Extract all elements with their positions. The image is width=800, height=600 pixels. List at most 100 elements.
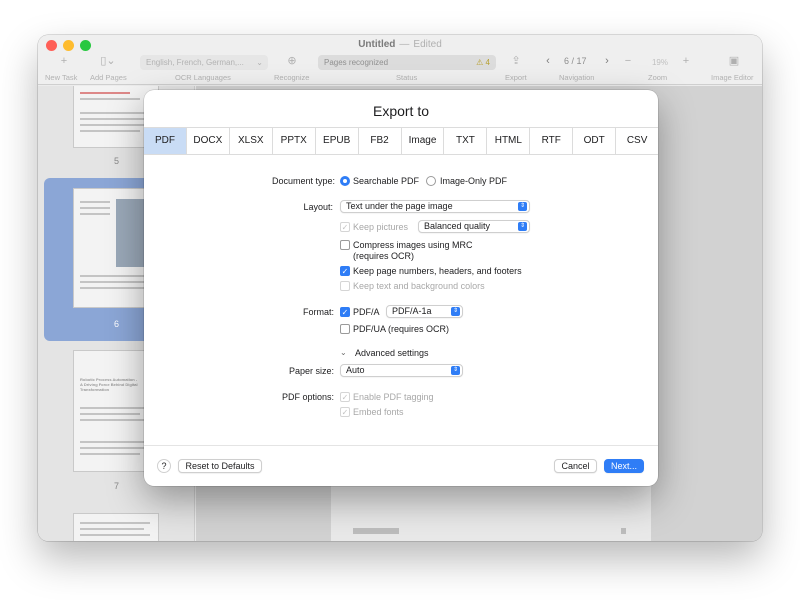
paper-size-select[interactable]: Auto ⇕ [340, 364, 463, 377]
pdfua-label[interactable]: PDF/UA (requires OCR) [353, 324, 449, 334]
advanced-settings-toggle[interactable]: Advanced settings [355, 348, 429, 358]
tab-fb2[interactable]: FB2 [359, 128, 402, 154]
navigation-label: Navigation [559, 73, 595, 82]
warning-count[interactable]: ⚠ 4 [476, 55, 490, 70]
page-thumbnail-8[interactable] [73, 513, 159, 541]
keep-colors-label: Keep text and background colors [353, 281, 485, 291]
select-arrows-icon: ⇕ [451, 366, 460, 375]
tab-csv[interactable]: CSV [616, 128, 658, 154]
compress-mrc-label[interactable]: Compress images using MRC [353, 240, 473, 250]
edited-indicator: Edited [413, 39, 442, 50]
thumb-line [80, 213, 110, 215]
thumb-line [80, 419, 146, 421]
searchable-pdf-label[interactable]: Searchable PDF [353, 176, 419, 186]
warning-count-value: 4 [485, 58, 490, 67]
thumb-line [80, 112, 150, 114]
page-counter[interactable]: 6 / 17 [564, 56, 587, 66]
page-footer-mark [353, 528, 399, 534]
keep-page-numbers-checkbox[interactable]: ✓ [340, 266, 350, 276]
thumbnail-heading: Robotic Process Automation - A Driving F… [80, 377, 138, 392]
cancel-button[interactable]: Cancel [554, 459, 597, 473]
tab-image[interactable]: Image [402, 128, 445, 154]
keep-colors-checkbox[interactable] [340, 281, 350, 291]
image-only-pdf-label[interactable]: Image-Only PDF [440, 176, 507, 186]
tab-odt[interactable]: ODT [573, 128, 617, 154]
layout-label: Layout: [303, 202, 333, 212]
thumb-line [80, 98, 140, 100]
keep-pictures-checkbox[interactable]: ✓ [340, 222, 350, 232]
pdf-options-label: PDF options: [281, 392, 334, 402]
page-footer-mark [621, 528, 626, 534]
pdfa-version-select[interactable]: PDF/A-1a ⇕ [386, 305, 463, 318]
thumb-line [80, 124, 152, 126]
plus-icon: + [60, 55, 68, 67]
status-label: Status [396, 73, 418, 82]
add-pages-button[interactable]: ▯⌄ [96, 53, 120, 69]
tab-pptx[interactable]: PPTX [273, 128, 316, 154]
zoom-out-button[interactable]: − [622, 53, 634, 69]
ocr-languages-value: English, French, German,... [146, 58, 244, 67]
export-dialog: Export to PDF DOCX XLSX PPTX EPUB FB2 Im… [144, 90, 658, 486]
tab-txt[interactable]: TXT [444, 128, 488, 154]
pdfa-checkbox[interactable]: ✓ [340, 307, 350, 317]
recognize-button[interactable]: ⊕ [282, 53, 302, 69]
pdfa-version-value: PDF/A-1a [392, 306, 432, 316]
help-button[interactable]: ? [157, 459, 171, 473]
compress-mrc-sublabel: (requires OCR) [353, 251, 415, 261]
thumb-line [80, 287, 146, 289]
chevron-left-icon: ‹ [546, 55, 550, 67]
pdf-tagging-checkbox[interactable]: ✓ [340, 392, 350, 402]
tab-docx[interactable]: DOCX [187, 128, 230, 154]
dialog-footer: ? Reset to Defaults Cancel Next... [144, 445, 658, 486]
pdf-tagging-label: Enable PDF tagging [353, 392, 434, 402]
next-button[interactable]: Next... [604, 459, 644, 473]
picture-quality-select[interactable]: Balanced quality ⇕ [418, 220, 530, 233]
document-name: Untitled [358, 39, 396, 50]
pdfua-checkbox[interactable] [340, 324, 350, 334]
thumb-line [80, 528, 144, 530]
plus-icon: + [682, 55, 690, 67]
picture-quality-value: Balanced quality [424, 221, 491, 231]
thumb-line [80, 413, 140, 415]
image-only-pdf-radio[interactable] [426, 176, 436, 186]
thumb-line [80, 441, 150, 443]
chevron-right-icon: › [605, 55, 609, 67]
tab-rtf[interactable]: RTF [530, 128, 574, 154]
thumb-line [80, 92, 130, 94]
searchable-pdf-radio[interactable] [340, 176, 350, 186]
new-task-button[interactable]: + [54, 53, 74, 69]
new-task-label: New Task [45, 73, 78, 82]
ocr-languages-select[interactable]: English, French, German,... ⌄ [140, 55, 268, 70]
next-page-button[interactable]: › [600, 53, 614, 69]
share-icon: ⇪ [511, 55, 521, 67]
thumb-line [80, 534, 150, 536]
reset-to-defaults-button[interactable]: Reset to Defaults [178, 459, 262, 473]
thumb-line [80, 453, 140, 455]
previous-page-button[interactable]: ‹ [541, 53, 555, 69]
embed-fonts-checkbox[interactable]: ✓ [340, 407, 350, 417]
ocr-languages-label: OCR Languages [175, 73, 231, 82]
tab-pdf[interactable]: PDF [144, 128, 187, 154]
select-arrows-icon: ⇕ [518, 202, 527, 211]
select-arrows-icon: ⇕ [451, 307, 460, 316]
status-text: Pages recognized [324, 58, 389, 67]
zoom-value[interactable]: 19% [646, 55, 674, 70]
status-field: Pages recognized ⚠ 4 [318, 55, 496, 70]
select-arrows-icon: ⇕ [518, 222, 527, 231]
layout-select[interactable]: Text under the page image ⇕ [340, 200, 530, 213]
recognize-label: Recognize [274, 73, 310, 82]
compress-mrc-checkbox[interactable] [340, 240, 350, 250]
titlebar: Untitled — Edited + ▯⌄ English, French, Ge… [38, 35, 762, 85]
image-editor-button[interactable]: ▣ [724, 53, 744, 69]
export-button[interactable]: ⇪ [506, 53, 526, 69]
keep-page-numbers-label[interactable]: Keep page numbers, headers, and footers [353, 266, 522, 276]
tab-epub[interactable]: EPUB [316, 128, 359, 154]
embed-fonts-label: Embed fonts [353, 407, 404, 417]
disclosure-chevron-icon[interactable]: ⌄ [340, 348, 347, 357]
thumb-line [80, 407, 144, 409]
pdfa-label[interactable]: PDF/A [353, 307, 380, 317]
zoom-in-button[interactable]: + [680, 53, 692, 69]
tab-html[interactable]: HTML [487, 128, 531, 154]
paper-size-value: Auto [346, 365, 365, 375]
tab-xlsx[interactable]: XLSX [230, 128, 273, 154]
